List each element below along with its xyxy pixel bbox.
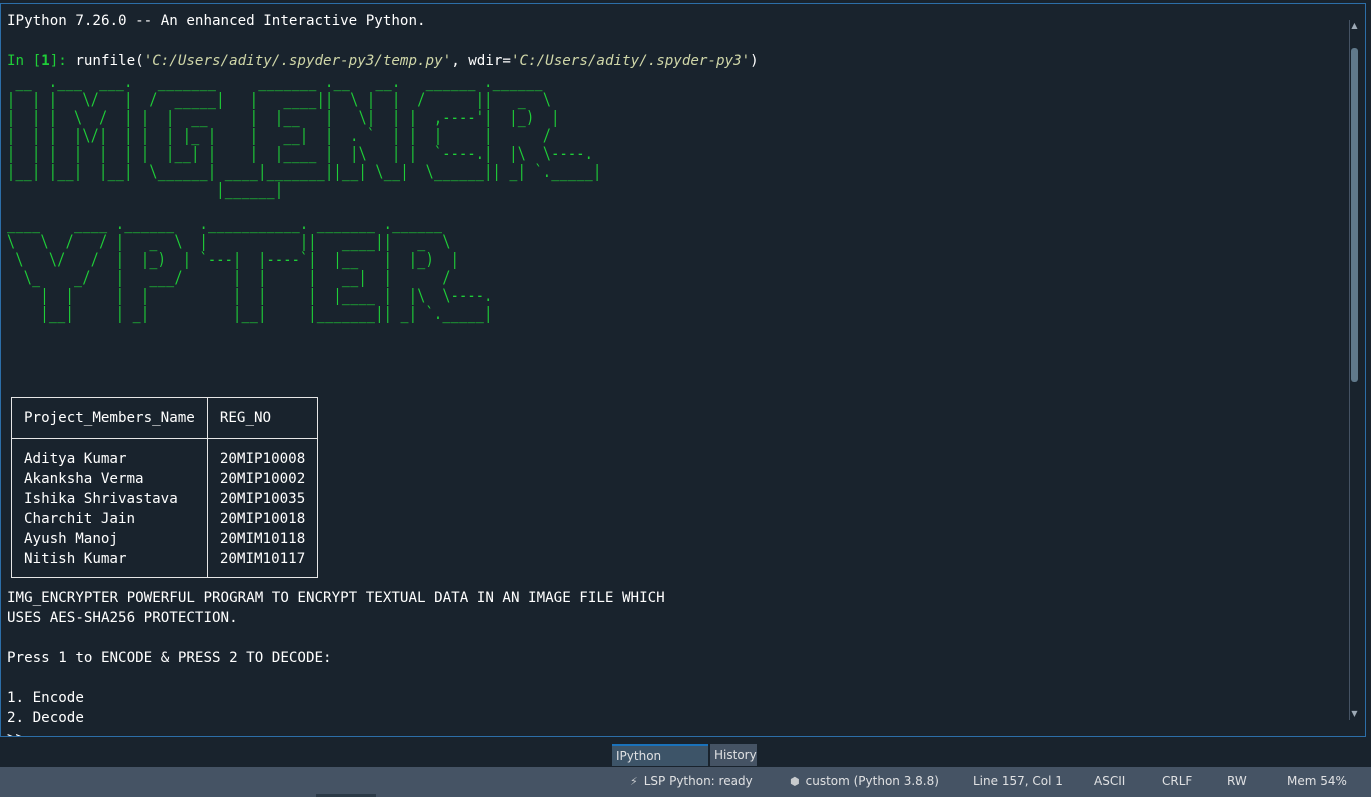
ipython-console-pane[interactable]: IPython 7.26.0 -- An enhanced Interactiv… <box>0 3 1366 737</box>
description-line-2: USES AES-SHA256 PROTECTION. <box>7 610 238 626</box>
tab-history[interactable]: History <box>710 744 757 766</box>
pane-tab-bar: IPython console History <box>0 740 1371 783</box>
status-env-text: custom (Python 3.8.8) <box>805 774 939 788</box>
status-memory: Mem 54% <box>1287 774 1347 788</box>
ipython-banner: IPython 7.26.0 -- An enhanced Interactiv… <box>7 13 426 29</box>
press-instruction: Press 1 to ENCODE & PRESS 2 TO DECODE: <box>7 650 332 666</box>
ascii-art-title-line1: __ .___ ___. _______ _______ .__ __. ___… <box>7 72 602 200</box>
prompt-suffix: ]: <box>49 53 67 69</box>
menu-option-encode: 1. Encode <box>7 690 84 706</box>
table-cell-name: Ayush Manoj <box>24 531 118 547</box>
table-header-row: Project_Members_Name REG_NO <box>11 397 319 439</box>
lsp-plug-icon: ⚡ <box>630 775 638 788</box>
table-cell-name: Ishika Shrivastava <box>24 491 178 507</box>
table-cell-reg: 20MIP10035 <box>219 491 306 507</box>
description-line-1: IMG_ENCRYPTER POWERFUL PROGRAM TO ENCRYP… <box>7 590 665 606</box>
header-members-name: Project_Members_Name <box>11 397 208 439</box>
tab-ipython-console[interactable]: IPython console <box>612 744 708 783</box>
status-encoding: ASCII <box>1094 774 1126 788</box>
project-members-table: Project_Members_Name REG_NO Aditya Kumar… <box>11 397 319 578</box>
menu-option-decode: 2. Decode <box>7 710 84 726</box>
prompt-in-label: In [ <box>7 53 42 69</box>
status-permissions: RW <box>1227 774 1247 788</box>
table-body-row: Aditya Kumar Akanksha Verma Ishika Shriv… <box>11 438 319 578</box>
status-environment[interactable]: ⬢ custom (Python 3.8.8) <box>790 767 939 797</box>
command-mid: , wdir= <box>451 53 511 69</box>
members-name-column: Aditya Kumar Akanksha Verma Ishika Shriv… <box>11 438 208 578</box>
table-cell-reg: 20MIP10008 <box>219 451 306 467</box>
console-output[interactable]: IPython 7.26.0 -- An enhanced Interactiv… <box>7 11 1341 736</box>
reg-no-column: 20MIP10008 20MIP10002 20MIP10035 20MIP10… <box>206 438 319 578</box>
input-prompt-line: In [1]: runfile('C:/Users/adity/.spyder-… <box>7 51 1341 71</box>
table-cell-reg: 20MIM10117 <box>219 551 306 567</box>
status-lsp[interactable]: ⚡ LSP Python: ready <box>630 767 753 797</box>
table-cell-name: Akanksha Verma <box>24 471 144 487</box>
console-scrollbar[interactable]: ▲ ▼ <box>1349 20 1359 720</box>
scroll-down-arrow-icon[interactable]: ▼ <box>1350 708 1359 720</box>
status-eol: CRLF <box>1162 774 1193 788</box>
status-lsp-text: LSP Python: ready <box>643 774 753 788</box>
table-cell-reg: 20MIP10002 <box>219 471 306 487</box>
table-cell-name: Charchit Jain <box>24 511 136 527</box>
command-arg-wdir: 'C:/Users/adity/.spyder-py3' <box>510 53 751 69</box>
table-cell-name: Aditya Kumar <box>24 451 127 467</box>
header-reg-no: REG_NO <box>206 397 319 439</box>
status-bar: ⚡ LSP Python: ready ⬢ custom (Python 3.8.8… <box>0 767 1371 797</box>
scroll-up-arrow-icon[interactable]: ▲ <box>1350 20 1359 32</box>
table-cell-reg: 20MIP10018 <box>219 511 306 527</box>
ascii-art-title-line2: ____ ____ .______ .___________. _______ … <box>7 214 493 324</box>
input-prompt[interactable]: >> <box>7 728 1341 736</box>
cube-icon: ⬢ <box>790 775 800 788</box>
status-cursor-position: Line 157, Col 1 <box>973 774 1063 788</box>
command-func: runfile( <box>66 53 144 69</box>
prompt-number: 1 <box>41 53 50 69</box>
table-cell-reg: 20MIM10118 <box>219 531 306 547</box>
scrollbar-handle[interactable] <box>1351 48 1358 382</box>
table-cell-name: Nitish Kumar <box>24 551 127 567</box>
command-end: ) <box>750 53 759 69</box>
command-arg-file: 'C:/Users/adity/.spyder-py3/temp.py' <box>143 53 452 69</box>
